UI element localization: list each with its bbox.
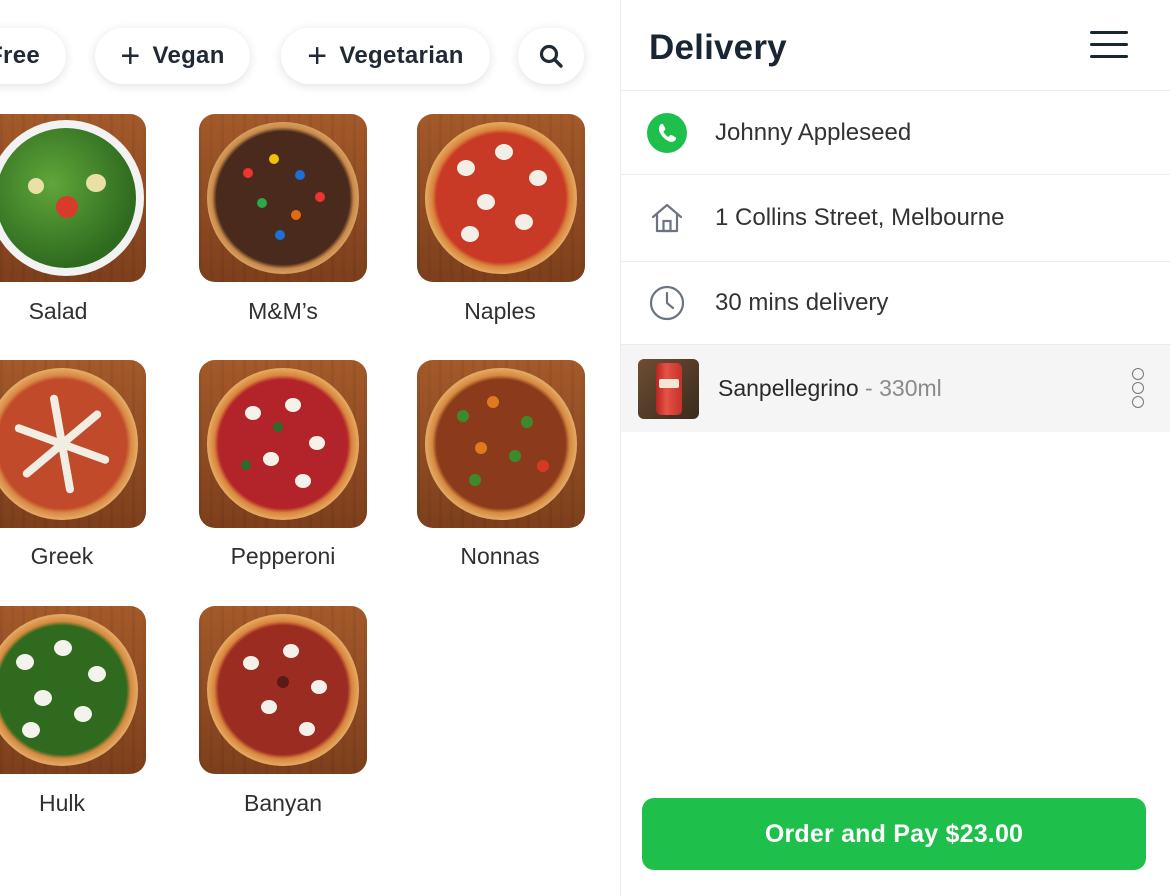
menu-item-pepperoni-image[interactable] <box>199 360 367 528</box>
cart-item[interactable]: Sanpellegrino - 330ml <box>621 345 1170 432</box>
address-row[interactable]: 1 Collins Street, Melbourne <box>621 175 1170 262</box>
more-options-icon[interactable] <box>1127 368 1149 410</box>
filter-chip-vegetarian[interactable]: + Vegetarian <box>281 28 490 84</box>
menu-item-label: M&M’s <box>248 298 318 324</box>
address-text: 1 Collins Street, Melbourne <box>715 204 1005 231</box>
menu-item-nonnas-image[interactable] <box>417 360 585 528</box>
cart-item-title: Sanpellegrino <box>718 375 859 401</box>
search-button[interactable] <box>518 28 584 84</box>
menu-item-label: Nonnas <box>460 543 540 569</box>
cart-item-thumbnail <box>638 359 699 419</box>
plus-icon: + <box>307 37 328 75</box>
home-icon <box>647 198 687 238</box>
cart-item-separator: - <box>858 375 880 401</box>
menu-item-greek-image[interactable] <box>0 360 146 528</box>
menu-item-label: Naples <box>464 298 536 324</box>
filter-chip-vegan-label: Vegan <box>152 42 225 69</box>
phone-icon <box>647 112 687 153</box>
menu-item-label: Salad <box>28 298 88 324</box>
contact-name: Johnny Appleseed <box>715 118 912 146</box>
menu-item-label: Hulk <box>38 790 85 816</box>
plus-icon: + <box>120 37 141 75</box>
menu-area: Free + Vegan + Vegetarian Salad <box>0 0 620 896</box>
menu-item-salad-image[interactable] <box>0 114 146 282</box>
contact-row[interactable]: Johnny Appleseed <box>621 91 1170 175</box>
delivery-panel: Delivery Johnny Appleseed 1 Collins Stre… <box>620 0 1170 896</box>
cart-item-size: 330ml <box>879 375 942 401</box>
cart-item-name: Sanpellegrino - 330ml <box>718 375 942 402</box>
order-and-pay-button[interactable]: Order and Pay $23.00 <box>642 798 1146 870</box>
panel-header: Delivery <box>621 0 1170 91</box>
menu-item-mms-image[interactable] <box>199 114 367 282</box>
menu-item-label: Greek <box>30 543 94 569</box>
page-title: Delivery <box>649 28 787 67</box>
hamburger-icon[interactable] <box>1090 31 1128 61</box>
delivery-time-row[interactable]: 30 mins delivery <box>621 262 1170 345</box>
delivery-time-text: 30 mins delivery <box>715 289 889 316</box>
menu-item-label: Pepperoni <box>230 543 336 569</box>
filter-chip-free-label: Free <box>0 42 40 69</box>
menu-item-hulk-image[interactable] <box>0 606 146 774</box>
menu-item-banyan-image[interactable] <box>199 606 367 774</box>
clock-icon <box>647 283 687 323</box>
filter-chip-vegan[interactable]: + Vegan <box>95 28 250 84</box>
filter-chip-free[interactable]: Free <box>0 28 66 84</box>
filter-chip-vegetarian-label: Vegetarian <box>339 42 464 69</box>
search-icon <box>539 44 563 68</box>
menu-item-label: Banyan <box>243 790 322 816</box>
filter-bar: Free + Vegan + Vegetarian <box>0 0 620 110</box>
menu-item-naples-image[interactable] <box>417 114 585 282</box>
